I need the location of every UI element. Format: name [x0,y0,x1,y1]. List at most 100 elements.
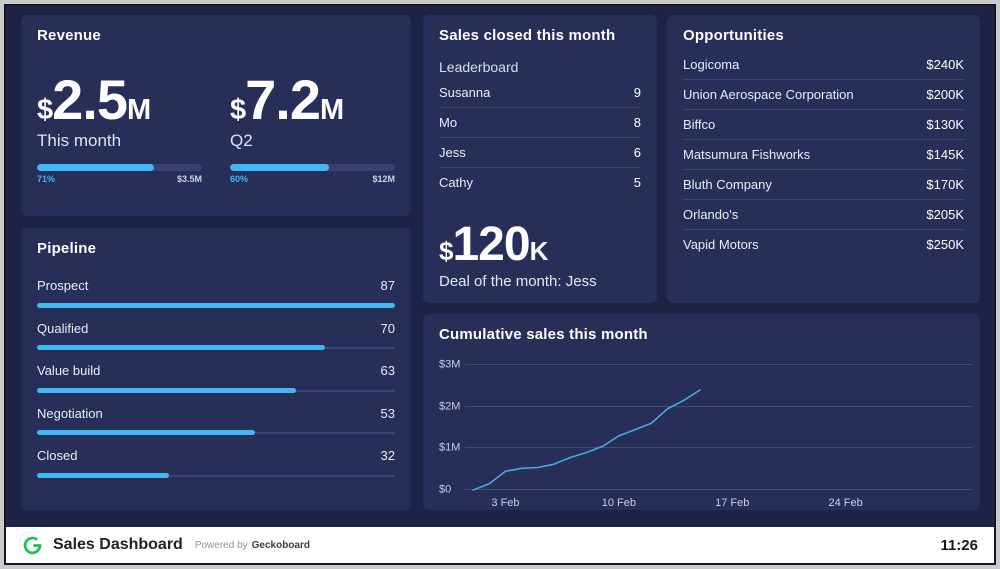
goal-label: $12M [372,174,395,184]
pipeline-stage-value: 53 [380,405,395,421]
pipeline-bar-track [37,345,395,351]
panel-cumulative-sales: Cumulative sales this month $3M $2M $1M … [423,314,980,510]
sales-closed-title: Sales closed this month [439,27,616,44]
dashboard-screen: Revenue $2.5M This month 71% $3.5M $7.2M… [0,0,1000,569]
leaderboard-row: Susanna 9 [439,78,641,108]
opportunity-amount: $240K [926,57,964,72]
y-axis-label: $1M [439,441,461,454]
opportunity-name: Vapid Motors [683,237,759,252]
leaderboard-score: 9 [633,85,641,100]
opportunity-amount: $205K [926,207,964,222]
pipeline-stage-value: 87 [380,278,395,293]
cumulative-title: Cumulative sales this month [439,326,648,343]
cumulative-line [473,390,700,490]
pipeline-bar [37,345,326,351]
leaderboard-name: Jess [439,145,466,160]
opportunity-amount: $145K [926,147,964,162]
pipeline-stage-value: 32 [380,448,395,464]
deal-value: 120 [452,218,530,271]
footer-bar: Sales Dashboard Powered by Geckoboard 11… [6,527,994,563]
leaderboard-name: Cathy [439,175,473,190]
pipeline-bar [37,302,395,308]
opportunity-name: Union Aerospace Corporation [683,87,854,102]
opportunity-name: Logicoma [683,57,740,72]
opportunity-row: Logicoma $240K [683,50,964,80]
leaderboard-name: Susanna [439,85,491,100]
opportunity-name: Biffco [683,117,716,132]
opportunity-rows: Logicoma $240K Union Aerospace Corporatio… [683,50,964,259]
metric-unit: M [127,94,151,126]
pipeline-row: Prospect 87 [37,265,395,308]
pipeline-stage-label: Negotiation [37,405,103,421]
opportunity-amount: $250K [926,237,964,252]
leaderboard-row: Jess 6 [439,138,641,168]
pipeline-title: Pipeline [37,240,97,257]
panel-sales-closed: Sales closed this month Leaderboard Susa… [423,15,657,303]
panel-revenue: Revenue $2.5M This month 71% $3.5M $7.2M… [21,15,411,216]
progress-labels: 60% $12M [230,175,395,184]
revenue-metrics: $2.5M This month 71% $3.5M $7.2M Q2 60% … [37,72,395,184]
pipeline-bar [37,430,256,436]
revenue-title: Revenue [37,27,101,44]
progress-bar [230,164,395,171]
pipeline-bar-track [37,302,395,308]
opportunity-row: Bluth Company $170K [683,170,964,200]
pipeline-row: Qualified 70 [37,308,395,351]
leaderboard-name: Mo [439,115,458,130]
opportunity-row: Matsumura Fishworks $145K [683,140,964,170]
progress-labels: 71% $3.5M [37,175,202,184]
metric-label: This month [37,131,122,150]
progress-fill [230,164,329,171]
dashboard-title: Sales Dashboard [53,536,183,553]
pipeline-bar [37,387,297,393]
pipeline-stage-value: 70 [380,320,395,336]
geckoboard-logo-icon [23,536,42,554]
opportunity-name: Bluth Company [683,177,772,192]
opportunity-amount: $170K [926,177,964,192]
revenue-metric-q2: $7.2M Q2 60% $12M [230,72,395,184]
percent-label: 71% [37,174,56,184]
deal-of-month: $120K Deal of the month: Jess [439,218,641,291]
x-axis-label: 17 Feb [715,497,750,509]
pipeline-bar-track [37,472,395,478]
leaderboard-score: 6 [633,145,641,160]
opportunity-row: Biffco $130K [683,110,964,140]
progress-bar [37,164,202,171]
metric-unit: M [320,94,344,126]
pipeline-row: Value build 63 [37,350,395,393]
x-axis-label: 24 Feb [828,497,863,509]
leaderboard-row: Mo 8 [439,108,641,138]
opportunity-row: Vapid Motors $250K [683,230,964,259]
pipeline-row: Closed 32 [37,435,395,478]
x-axis-label: 10 Feb [601,497,636,509]
pipeline-bar [37,472,169,478]
opportunity-row: Orlando's $205K [683,200,964,230]
metric-label: Q2 [230,131,253,150]
opportunities-title: Opportunities [683,27,784,44]
metric-value: 2.5 [52,68,128,131]
pipeline-stage-value: 63 [380,363,395,379]
pipeline-stage-label: Prospect [37,278,89,293]
powered-by-label: Powered by [194,539,248,551]
percent-label: 60% [230,174,249,184]
leaderboard-score: 5 [633,175,641,190]
leaderboard-rows: Susanna 9 Mo 8 Jess 6 Cathy 5 [439,78,641,197]
clock: 11:26 [940,536,978,554]
panel-opportunities: Opportunities Logicoma $240K Union Aerosp… [667,15,980,303]
deal-of-month-label: Deal of the month: Jess [439,273,597,290]
goal-label: $3.5M [176,174,202,184]
cumulative-chart: $3M $2M $1M $0 3 Feb 10 Feb 17 Feb 24 Fe… [439,359,972,509]
pipeline-stage-label: Closed [37,448,78,464]
dashboard-grid: Revenue $2.5M This month 71% $3.5M $7.2M… [6,6,994,527]
deal-unit: K [529,236,549,266]
leaderboard-score: 8 [633,115,641,130]
pipeline-rows: Prospect 87 Qualified 70 Value build 63 Neg… [37,265,395,478]
panel-pipeline: Pipeline Prospect 87 Qualified 70 Value bu… [21,228,411,510]
dashboard-frame: Revenue $2.5M This month 71% $3.5M $7.2M… [6,6,994,563]
y-axis-label: $0 [439,483,452,496]
cumulative-line-svg [465,365,972,490]
x-axis-label: 3 Feb [491,497,520,509]
opportunity-name: Orlando's [683,207,739,222]
currency-symbol: $ [439,236,454,266]
opportunity-row: Union Aerospace Corporation $200K [683,80,964,110]
